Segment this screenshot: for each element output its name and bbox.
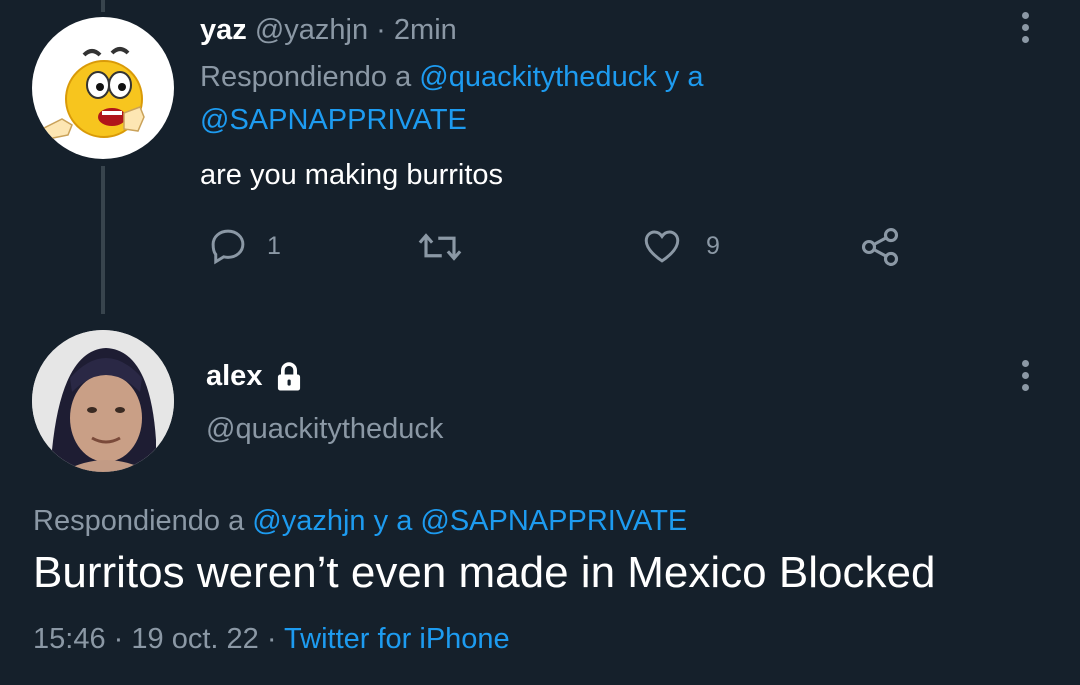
reply-time[interactable]: 2min <box>394 14 457 46</box>
reply-text: are you making burritos <box>200 159 504 191</box>
like-count: 9 <box>706 231 720 260</box>
main-mention-yazhjn[interactable]: @yazhjn <box>252 505 365 537</box>
share-icon <box>861 228 899 266</box>
main-dot-2: · <box>266 623 277 655</box>
main-source[interactable]: Twitter for iPhone <box>284 623 510 655</box>
main-tweet-text: Burritos weren’t even made in Mexico Blo… <box>33 548 936 597</box>
main-time[interactable]: 15:46 <box>33 623 106 655</box>
profile-photo <box>32 330 174 472</box>
reply-count: 1 <box>267 231 281 260</box>
like-button[interactable]: 9 <box>640 225 720 267</box>
reply-display-name[interactable]: yaz <box>200 14 247 46</box>
reply-mention-sapnap[interactable]: @SAPNAPPRIVATE <box>200 104 467 137</box>
reply-mention-quackity[interactable]: @quackitytheduck <box>419 61 656 93</box>
lock-icon <box>278 361 301 391</box>
reply-button[interactable]: 1 <box>207 225 281 267</box>
avatar-yaz[interactable] <box>32 17 174 159</box>
reply-more-icon[interactable] <box>1022 12 1030 48</box>
main-replying-joiner: y a <box>373 505 413 537</box>
thread-line <box>101 166 105 314</box>
main-replying-prefix: Respondiendo a <box>33 505 245 537</box>
like-icon <box>644 230 680 263</box>
main-display-name[interactable]: alex <box>206 360 262 393</box>
main-date[interactable]: 19 oct. 22 <box>131 623 258 655</box>
share-button[interactable] <box>858 225 902 269</box>
thread-line-top <box>101 0 105 12</box>
main-handle[interactable]: @quackitytheduck <box>206 413 443 446</box>
reply-handle[interactable]: @yazhjn <box>255 14 368 46</box>
reply-replying-prefix: Respondiendo a <box>200 61 412 93</box>
retweet-button[interactable] <box>414 226 466 268</box>
reply-icon <box>211 229 245 265</box>
reply-dot: · <box>376 14 386 46</box>
reply-replying-joiner: y a <box>664 61 704 93</box>
retweet-icon <box>418 233 462 261</box>
main-more-icon[interactable] <box>1022 360 1030 396</box>
main-dot-1: · <box>113 623 124 655</box>
main-mention-sapnap[interactable]: @SAPNAPPRIVATE <box>420 505 687 537</box>
avatar-alex[interactable] <box>32 330 174 472</box>
emoji-avatar-image <box>40 47 145 140</box>
